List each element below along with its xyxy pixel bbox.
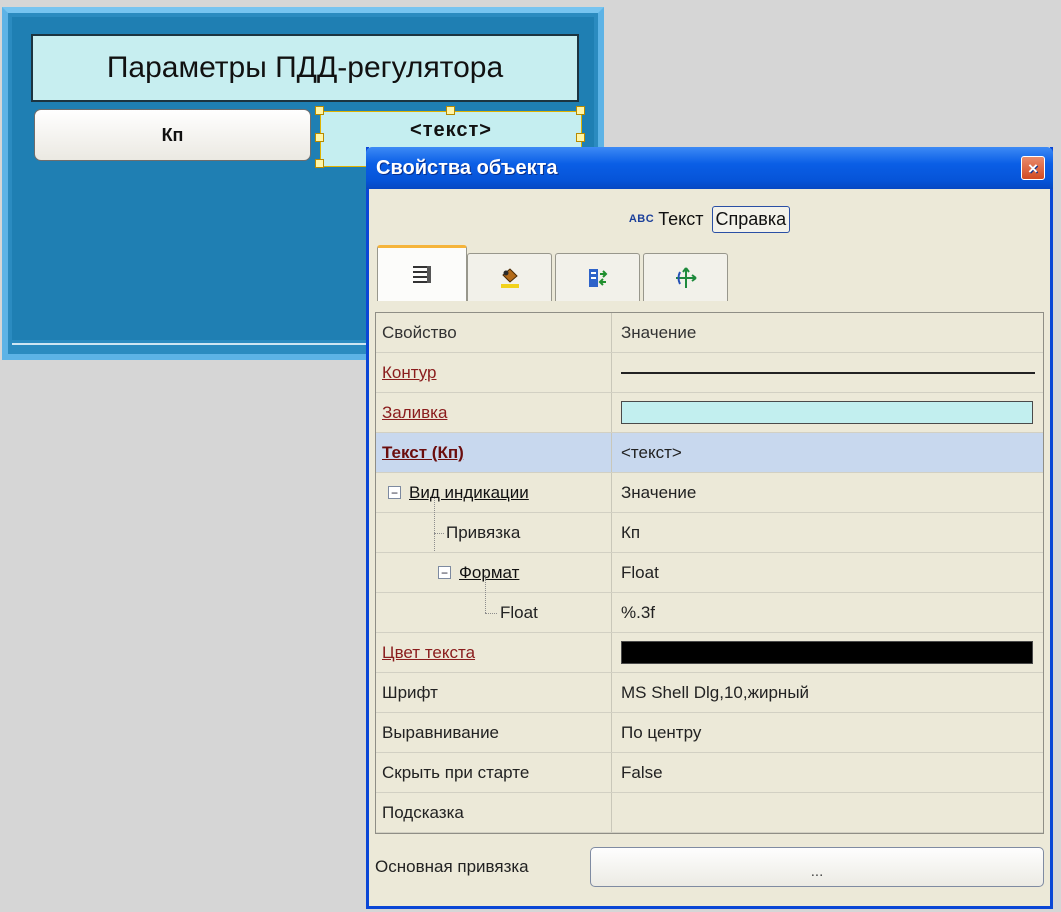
grid-row-float[interactable]: Float %.3f (376, 593, 1043, 633)
tree-connector (434, 496, 435, 551)
row-value[interactable]: Кп (613, 513, 1043, 552)
grid-header: Свойство Значение (376, 313, 1043, 353)
main-binding-button[interactable]: ... (590, 847, 1044, 887)
outline-value[interactable] (613, 353, 1043, 392)
window-title: Свойства объекта (376, 156, 558, 179)
grid-row-fill[interactable]: Заливка (376, 393, 1043, 433)
object-type-label: Текст (658, 208, 704, 229)
fill-value[interactable] (613, 393, 1043, 432)
grid-row-text-color[interactable]: Цвет текста (376, 633, 1043, 673)
property-link[interactable]: Цвет текста (382, 643, 475, 663)
properties-window: Свойства объекта × ABC Текст Справка Сво… (366, 147, 1053, 909)
close-button[interactable]: × (1021, 156, 1045, 180)
row-value[interactable]: Float (613, 553, 1043, 592)
text-color-swatch (621, 641, 1033, 664)
selection-handle-tl[interactable] (315, 106, 324, 115)
row-name[interactable]: − Вид индикации (376, 473, 612, 512)
row-name[interactable]: Выравнивание (376, 713, 612, 752)
list-properties-icon (413, 265, 431, 283)
row-name[interactable]: Подсказка (376, 793, 612, 832)
row-value[interactable]: False (613, 753, 1043, 792)
tree-connector (485, 575, 486, 613)
tab-actions[interactable] (555, 253, 640, 301)
grid-row-alignment[interactable]: Выравнивание По центру (376, 713, 1043, 753)
property-label: Float (500, 602, 538, 622)
selection-handle-tr[interactable] (576, 106, 585, 115)
row-value[interactable]: По центру (613, 713, 1043, 752)
outline-line-preview (621, 372, 1035, 374)
property-label: Шрифт (382, 682, 438, 702)
header-property: Свойство (376, 313, 612, 352)
row-value[interactable] (613, 793, 1043, 832)
row-name[interactable]: Заливка (376, 393, 612, 432)
property-label: Привязка (446, 522, 521, 542)
window-titlebar[interactable]: Свойства объекта × (366, 147, 1053, 189)
tab-appearance[interactable] (467, 253, 552, 301)
grid-row-format[interactable]: − Формат Float (376, 553, 1043, 593)
tree-connector (434, 533, 444, 534)
row-value[interactable]: <текст> (613, 433, 1043, 472)
property-label: Выравнивание (382, 722, 500, 742)
tab-position[interactable] (643, 253, 728, 301)
row-name[interactable]: Текст (Кп) (376, 433, 612, 472)
property-label: Подсказка (382, 802, 464, 822)
collapse-icon[interactable]: − (388, 486, 401, 499)
text-color-value[interactable] (613, 633, 1043, 672)
grid-row-hide-on-start[interactable]: Скрыть при старте False (376, 753, 1043, 793)
text-object-icon: ABC (628, 213, 655, 225)
property-link[interactable]: Контур (382, 363, 437, 383)
main-binding-row: Основная привязка ... (375, 847, 1044, 887)
property-link[interactable]: Формат (459, 563, 519, 583)
selection-handle-mr[interactable] (576, 133, 585, 142)
property-link[interactable]: Вид индикации (409, 483, 529, 503)
row-value[interactable]: MS Shell Dlg,10,жирный (613, 673, 1043, 712)
grid-row-outline[interactable]: Контур (376, 353, 1043, 393)
kp-button[interactable]: Кп (34, 109, 311, 161)
grid-row-text[interactable]: Текст (Кп) <текст> (376, 433, 1043, 473)
row-name[interactable]: Цвет текста (376, 633, 612, 672)
main-binding-label: Основная привязка (375, 857, 529, 876)
close-icon: × (1028, 158, 1038, 178)
actions-icon (588, 268, 607, 287)
grid-row-font[interactable]: Шрифт MS Shell Dlg,10,жирный (376, 673, 1043, 713)
object-type-row: ABC Текст Справка (369, 202, 1050, 236)
row-name[interactable]: Шрифт (376, 673, 612, 712)
canvas-title-label[interactable]: Параметры ПДД-регулятора (31, 34, 579, 102)
property-label: Скрыть при старте (382, 762, 530, 782)
grid-row-display-mode[interactable]: − Вид индикации Значение (376, 473, 1043, 513)
row-value[interactable]: Значение (613, 473, 1043, 512)
row-value[interactable]: %.3f (613, 593, 1043, 632)
tree-connector (485, 613, 497, 614)
help-button[interactable]: Справка (711, 205, 791, 233)
selection-handle-bl[interactable] (315, 159, 324, 168)
move-arrows-icon (675, 266, 697, 288)
fill-color-swatch (621, 401, 1033, 424)
row-name[interactable]: Контур (376, 353, 612, 392)
selection-handle-ml[interactable] (315, 133, 324, 142)
header-value: Значение (621, 322, 697, 342)
paint-bucket-icon (500, 267, 519, 288)
grid-row-binding[interactable]: Привязка Кп (376, 513, 1043, 553)
tab-properties[interactable] (377, 245, 467, 301)
row-name[interactable]: Привязка (376, 513, 612, 552)
row-name[interactable]: Скрыть при старте (376, 753, 612, 792)
property-grid: Свойство Значение Контур Заливка Текст (… (375, 312, 1044, 834)
property-link[interactable]: Текст (Кп) (382, 443, 464, 463)
selection-handle-tm[interactable] (446, 106, 455, 115)
grid-row-tooltip[interactable]: Подсказка (376, 793, 1043, 833)
property-link[interactable]: Заливка (382, 403, 447, 423)
row-name[interactable]: − Формат (376, 553, 612, 592)
collapse-icon[interactable]: − (438, 566, 451, 579)
